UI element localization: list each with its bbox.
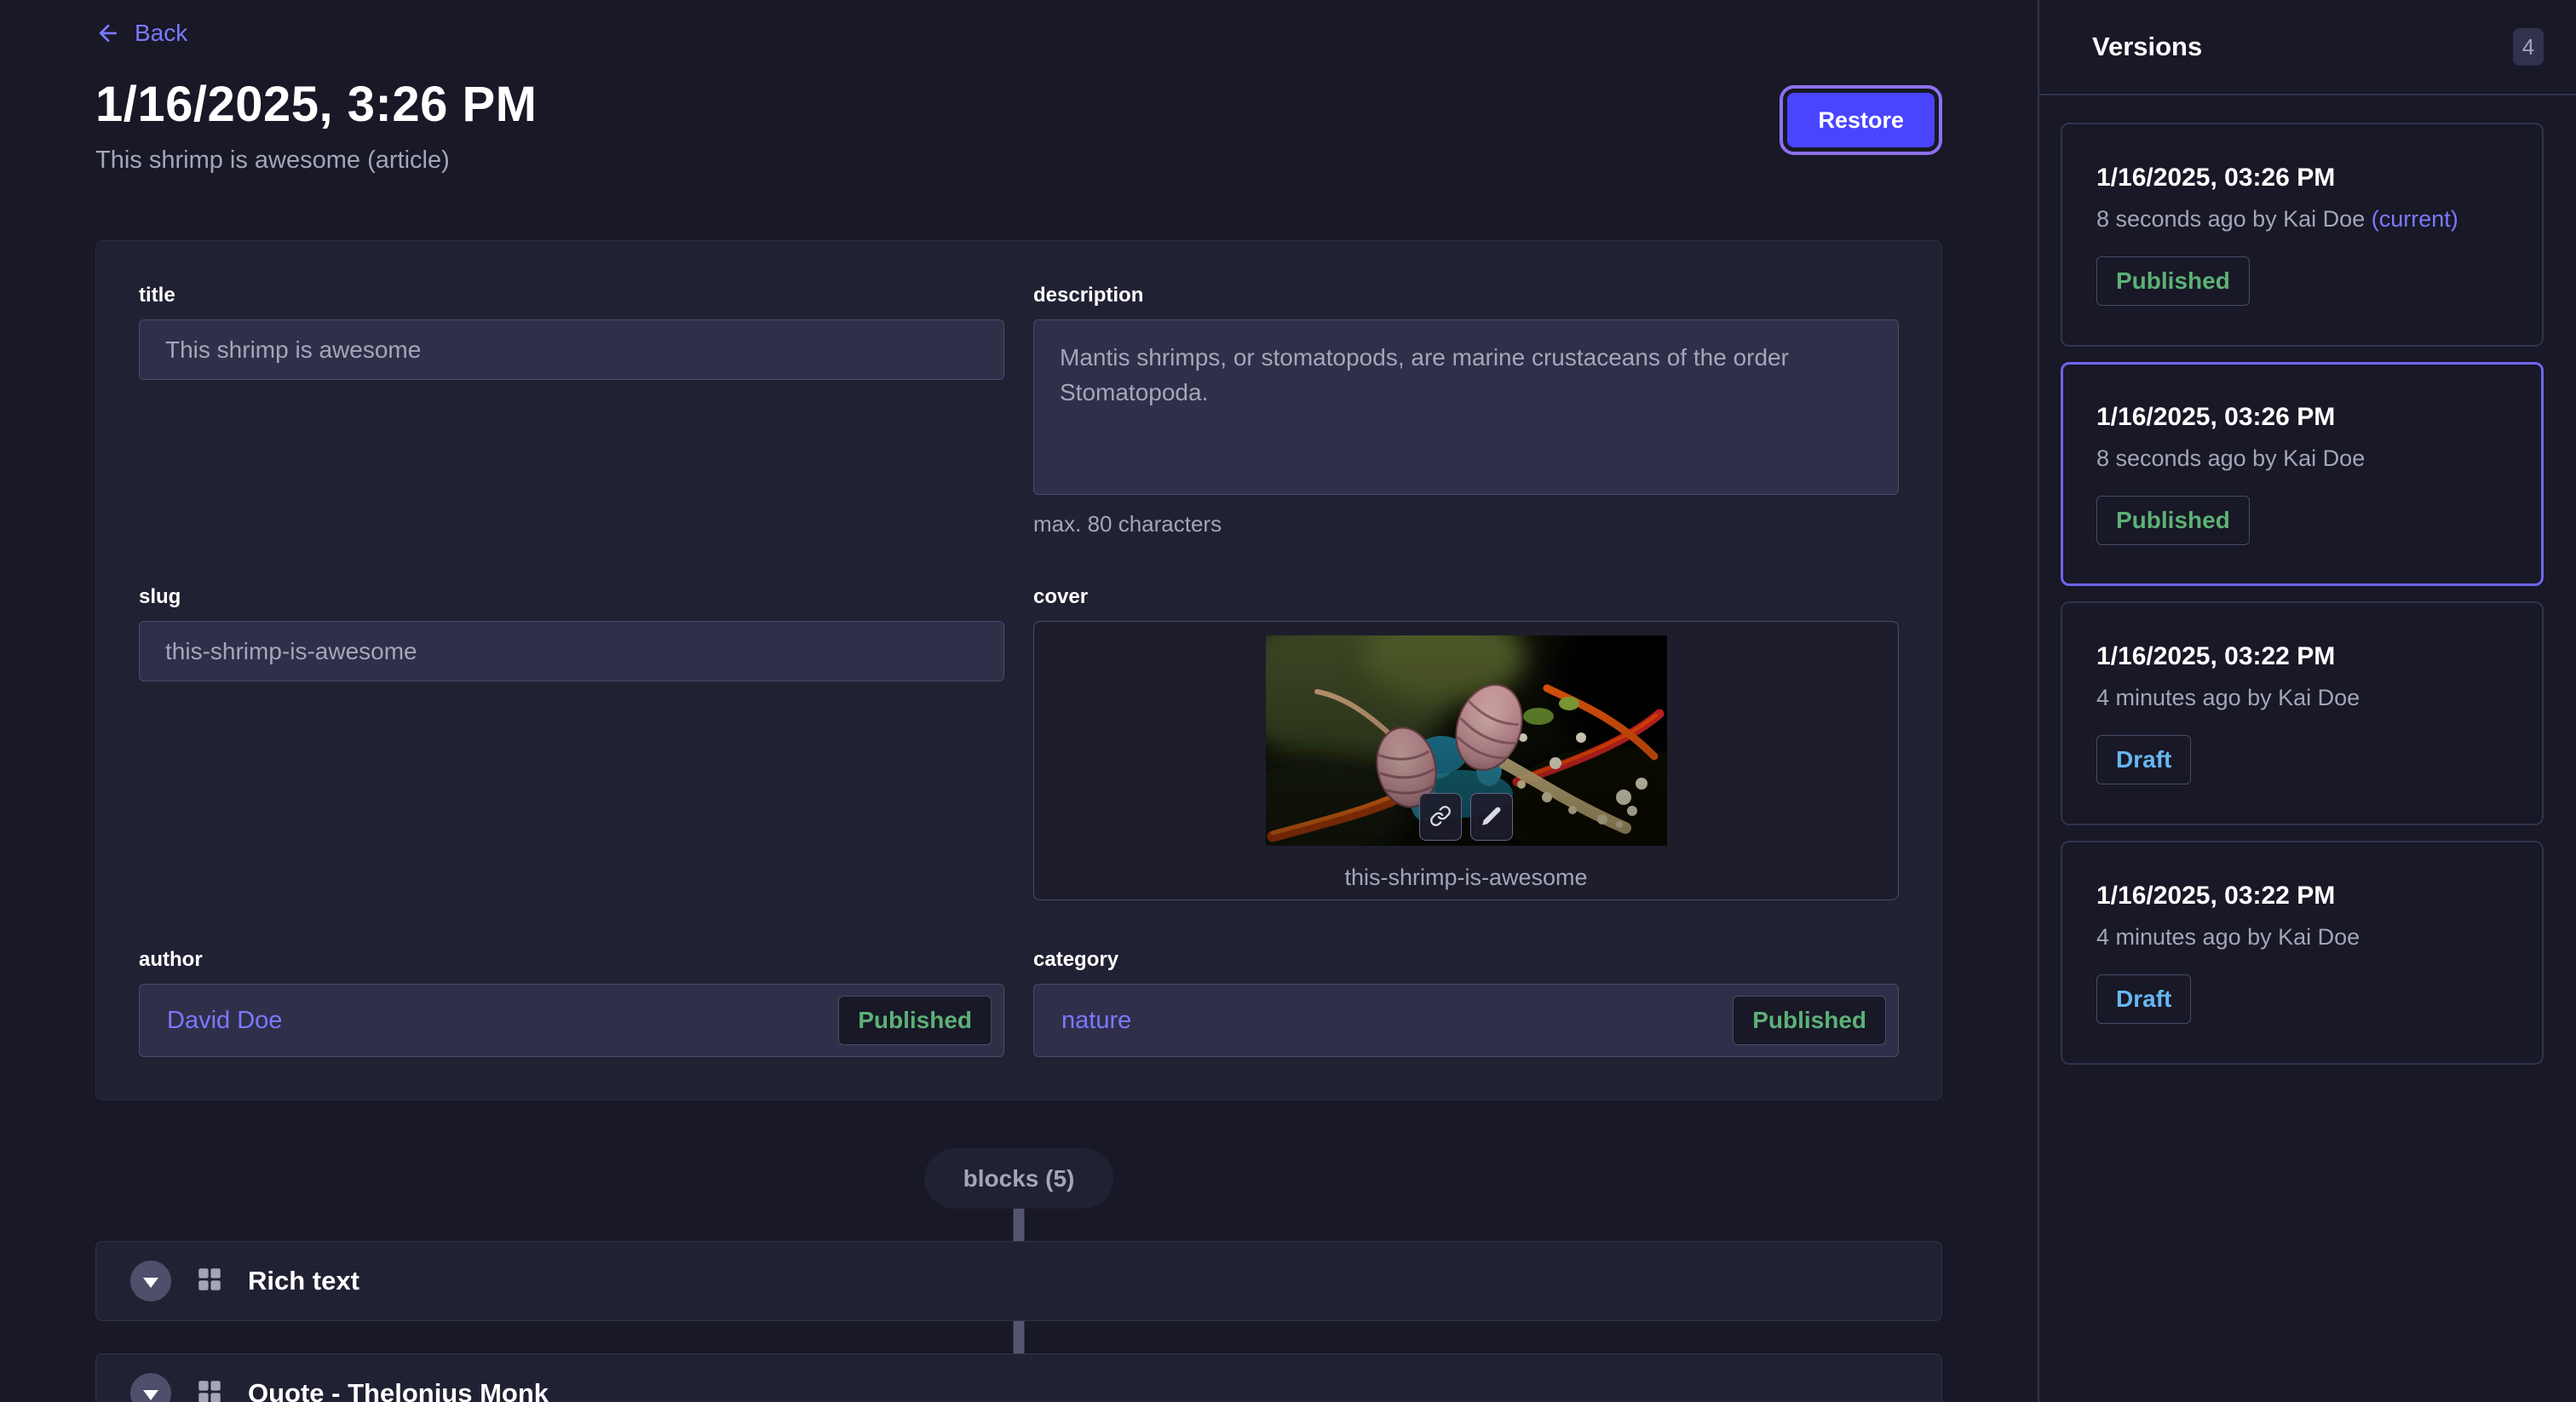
- version-meta: 4 minutes ago by Kai Doe: [2096, 685, 2508, 711]
- grid-icon: [195, 1265, 224, 1298]
- version-meta: 4 minutes ago by Kai Doe: [2096, 924, 2508, 951]
- versions-panel: Versions 4 1/16/2025, 03:26 PM 8 seconds…: [2038, 0, 2576, 1402]
- cover-preview-box: this-shrimp-is-awesome: [1033, 621, 1899, 900]
- cover-edit-button[interactable]: [1470, 793, 1513, 841]
- author-relation-box: David Doe Published: [139, 984, 1004, 1057]
- field-description: description Mantis shrimps, or stomatopo…: [1033, 284, 1899, 537]
- field-cover: cover: [1033, 585, 1899, 900]
- current-tag: (current): [2372, 206, 2458, 232]
- description-textarea: Mantis shrimps, or stomatopods, are mari…: [1033, 319, 1899, 495]
- version-card-3[interactable]: 1/16/2025, 03:22 PM 4 minutes ago by Kai…: [2061, 601, 2544, 825]
- field-slug: slug: [139, 585, 1004, 900]
- versions-list: 1/16/2025, 03:26 PM 8 seconds ago by Kai…: [2039, 95, 2576, 1082]
- category-label: category: [1033, 948, 1899, 972]
- version-card-1[interactable]: 1/16/2025, 03:26 PM 8 seconds ago by Kai…: [2061, 123, 2544, 347]
- back-link[interactable]: Back: [95, 20, 187, 47]
- block-row-quote[interactable]: Quote - Thelonius Monk: [95, 1353, 1942, 1402]
- cover-actions: [1419, 793, 1513, 841]
- version-status-badge: Published: [2096, 256, 2250, 306]
- author-link[interactable]: David Doe: [167, 1007, 282, 1035]
- title-label: title: [139, 284, 1004, 307]
- version-meta: 8 seconds ago by Kai Doe (current): [2096, 206, 2508, 233]
- description-hint: max. 80 characters: [1033, 511, 1899, 537]
- version-time: 1/16/2025, 03:22 PM: [2096, 642, 2508, 671]
- app-root: Back 1/16/2025, 3:26 PM This shrimp is a…: [0, 0, 2576, 1402]
- grid-icon: [195, 1377, 224, 1402]
- page-header: 1/16/2025, 3:26 PM This shrimp is awesom…: [95, 50, 1942, 175]
- restore-button[interactable]: Restore: [1787, 93, 1935, 147]
- category-status-badge: Published: [1733, 996, 1886, 1045]
- version-form-card: title description Mantis shrimps, or sto…: [95, 240, 1942, 1100]
- versions-panel-header: Versions 4: [2039, 0, 2576, 95]
- version-detail-main: Back 1/16/2025, 3:26 PM This shrimp is a…: [0, 0, 2038, 1402]
- version-status-badge: Published: [2096, 496, 2250, 545]
- slug-input: [139, 621, 1004, 681]
- pencil-icon: [1481, 805, 1503, 830]
- version-time: 1/16/2025, 03:26 PM: [2096, 403, 2508, 432]
- version-status-badge: Draft: [2096, 974, 2191, 1024]
- block-title: Quote - Thelonius Monk: [248, 1378, 549, 1402]
- category-relation-box: nature Published: [1033, 984, 1899, 1057]
- block-row-rich-text[interactable]: Rich text: [95, 1241, 1942, 1321]
- blocks-count-pill: blocks (5): [924, 1148, 1114, 1209]
- versions-heading: Versions: [2092, 32, 2202, 62]
- caret-down-icon: [143, 1390, 158, 1400]
- blocks-section: blocks (5) Rich text Quote - Thelonius M…: [95, 1148, 1942, 1402]
- page-subtitle: This shrimp is awesome (article): [95, 147, 537, 175]
- field-title: title: [139, 284, 1004, 537]
- versions-count-badge: 4: [2513, 28, 2544, 66]
- back-label: Back: [135, 20, 187, 47]
- version-time: 1/16/2025, 03:22 PM: [2096, 882, 2508, 911]
- page-title: 1/16/2025, 3:26 PM: [95, 76, 537, 133]
- block-title: Rich text: [248, 1266, 359, 1296]
- cover-media: [1266, 635, 1667, 846]
- field-author: author David Doe Published: [139, 948, 1004, 1057]
- author-status-badge: Published: [838, 996, 992, 1045]
- author-label: author: [139, 948, 1004, 972]
- field-category: category nature Published: [1033, 948, 1899, 1057]
- version-card-2-selected[interactable]: 1/16/2025, 03:26 PM 8 seconds ago by Kai…: [2061, 362, 2544, 586]
- title-input: [139, 319, 1004, 380]
- cover-label: cover: [1033, 585, 1899, 609]
- block-toggle-button[interactable]: [130, 1261, 171, 1301]
- block-toggle-button[interactable]: [130, 1373, 171, 1402]
- cover-link-button[interactable]: [1419, 793, 1462, 841]
- link-icon: [1429, 805, 1452, 830]
- page-header-titles: 1/16/2025, 3:26 PM This shrimp is awesom…: [95, 50, 537, 175]
- arrow-left-icon: [95, 20, 121, 46]
- version-time: 1/16/2025, 03:26 PM: [2096, 164, 2508, 192]
- version-status-badge: Draft: [2096, 735, 2191, 784]
- version-meta: 8 seconds ago by Kai Doe: [2096, 445, 2508, 472]
- version-card-4[interactable]: 1/16/2025, 03:22 PM 4 minutes ago by Kai…: [2061, 841, 2544, 1065]
- caret-down-icon: [143, 1278, 158, 1288]
- category-link[interactable]: nature: [1061, 1007, 1131, 1035]
- cover-filename: this-shrimp-is-awesome: [1344, 865, 1587, 891]
- slug-label: slug: [139, 585, 1004, 609]
- description-label: description: [1033, 284, 1899, 307]
